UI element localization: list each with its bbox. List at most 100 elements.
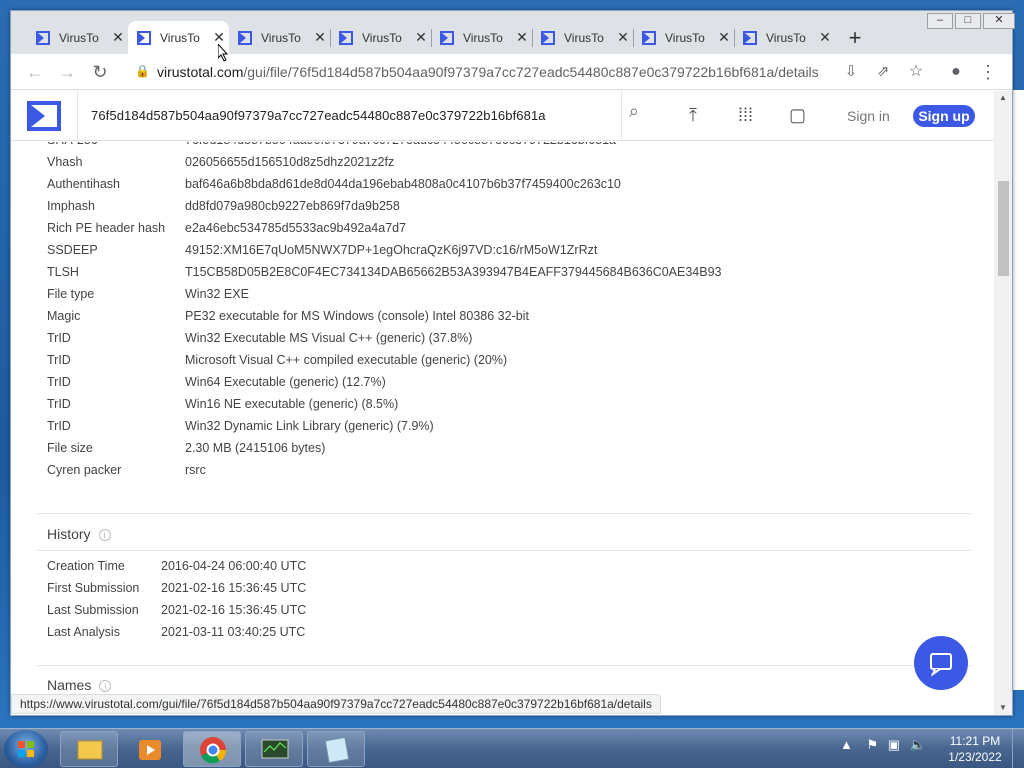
- show-desktop-button[interactable]: [1012, 729, 1024, 768]
- tab-title: VirusTo: [59, 30, 99, 45]
- back-icon[interactable]: ←: [23, 60, 47, 84]
- history-key: Last Analysis: [47, 625, 120, 639]
- forward-icon[interactable]: →: [55, 60, 79, 84]
- tab-close-icon[interactable]: ✕: [414, 29, 428, 46]
- page-scrollbar[interactable]: ▲ ▼: [994, 91, 1012, 715]
- history-value: 2021-03-11 03:40:25 UTC: [161, 625, 306, 639]
- chat-icon[interactable]: ▢: [789, 105, 806, 126]
- close-window-button[interactable]: ✕: [983, 13, 1015, 29]
- new-tab-button[interactable]: +: [843, 25, 867, 51]
- detail-key: Authentihash: [47, 177, 120, 191]
- tab-close-icon[interactable]: ✕: [111, 29, 125, 46]
- info-icon[interactable]: i: [98, 529, 111, 542]
- sign-up-button[interactable]: Sign up: [913, 105, 975, 127]
- window-controls: – □ ✕: [925, 13, 1015, 29]
- apps-grid-icon[interactable]: ⁞⁞⁞: [738, 105, 753, 126]
- detail-key: TrID: [47, 419, 71, 433]
- detail-value: 026056655d156510d8z5dhz2021z2fz: [185, 155, 395, 169]
- browser-tab[interactable]: VirusTo ✕: [128, 21, 229, 54]
- system-tray: ▲ ⚑ ▣ 🔈: [840, 737, 926, 753]
- share-icon[interactable]: ⇗: [871, 60, 895, 84]
- network-icon[interactable]: ▣: [888, 737, 900, 752]
- virustotal-favicon-icon: [137, 30, 151, 45]
- virustotal-logo-icon[interactable]: [25, 99, 63, 133]
- folder-icon: [77, 740, 103, 760]
- detail-key: Imphash: [47, 199, 95, 213]
- tray-expand-icon[interactable]: ▲: [840, 737, 853, 752]
- virustotal-favicon-icon: [339, 30, 353, 45]
- detail-value: PE32 executable for MS Windows (console)…: [185, 309, 529, 323]
- history-value: 2021-02-16 15:36:45 UTC: [161, 581, 307, 595]
- search-box[interactable]: 76f5d184d587b504aa90f97379a7cc727eadc544…: [77, 91, 639, 141]
- scroll-thumb[interactable]: [998, 181, 1009, 276]
- detail-value: Win32 EXE: [185, 287, 249, 301]
- windows-logo-icon: [18, 741, 34, 757]
- maximize-button[interactable]: □: [955, 13, 981, 29]
- minimize-button[interactable]: –: [927, 13, 953, 29]
- chat-icon: [930, 653, 952, 677]
- detail-value: Microsoft Visual C++ compiled executable…: [185, 353, 508, 367]
- divider: [37, 513, 971, 514]
- address-bar[interactable]: 🔒 virustotal.com/gui/file/76f5d184d587b5…: [129, 58, 939, 86]
- profile-icon[interactable]: ●: [944, 60, 968, 84]
- detail-key: Rich PE header hash: [47, 221, 166, 235]
- scroll-up-icon[interactable]: ▲: [999, 93, 1007, 102]
- detail-key: TrID: [47, 397, 71, 411]
- taskbar-notepad[interactable]: [307, 731, 365, 767]
- detail-key: TLSH: [47, 265, 79, 279]
- browser-tab[interactable]: VirusTo ✕: [330, 21, 431, 54]
- detail-value: T15CB58D05B2E8C0F4EC734134DAB65662B53A39…: [185, 265, 722, 279]
- detail-value: baf646a6b8bda8d61de8d044da196ebab4808a0c…: [185, 177, 621, 191]
- lock-icon: 🔒: [135, 64, 150, 78]
- bookmark-star-icon[interactable]: ☆: [904, 60, 928, 84]
- notepad-icon: [324, 736, 350, 764]
- start-button[interactable]: [4, 730, 48, 768]
- sign-in-link[interactable]: Sign in: [847, 108, 890, 124]
- detail-key: Cyren packer: [47, 463, 122, 477]
- detail-value: 2.30 MB (2415106 bytes): [185, 441, 326, 455]
- detail-value: Win64 Executable (generic) (12.7%): [185, 375, 386, 389]
- volume-icon[interactable]: 🔈: [910, 737, 926, 752]
- virustotal-favicon-icon: [36, 30, 50, 45]
- search-input[interactable]: 76f5d184d587b504aa90f97379a7cc727eadc544…: [91, 108, 546, 123]
- browser-tab[interactable]: VirusTo ✕: [734, 21, 835, 54]
- tab-title: VirusTo: [261, 30, 301, 45]
- clock[interactable]: 11:21 PM 1/23/2022: [940, 733, 1010, 765]
- taskbar-media-player[interactable]: [121, 731, 179, 767]
- browser-tab[interactable]: VirusTo ✕: [27, 21, 128, 54]
- virustotal-favicon-icon: [238, 30, 252, 45]
- scroll-down-icon[interactable]: ▼: [999, 703, 1007, 712]
- tab-title: VirusTo: [160, 30, 200, 45]
- tab-close-icon[interactable]: ✕: [515, 29, 529, 46]
- action-center-flag-icon[interactable]: ⚑: [867, 737, 879, 752]
- tab-title: VirusTo: [362, 30, 402, 45]
- taskbar-chrome[interactable]: [183, 731, 241, 767]
- search-icon[interactable]: ⌕: [629, 101, 639, 122]
- install-app-icon[interactable]: ⇩: [839, 60, 863, 84]
- tab-close-icon[interactable]: ✕: [313, 29, 327, 46]
- browser-tab[interactable]: VirusTo ✕: [633, 21, 734, 54]
- tab-close-icon[interactable]: ✕: [717, 29, 731, 46]
- taskbar-task-manager[interactable]: [245, 731, 303, 767]
- detail-key: TrID: [47, 331, 71, 345]
- virustotal-favicon-icon: [642, 30, 656, 45]
- detail-key: TrID: [47, 375, 71, 389]
- browser-tab[interactable]: VirusTo ✕: [532, 21, 633, 54]
- upload-icon[interactable]: ⤒: [689, 105, 697, 126]
- detail-value: dd8fd079a980cb9227eb869f7da9b258: [185, 199, 400, 213]
- tab-close-icon[interactable]: ✕: [616, 29, 630, 46]
- tab-close-icon[interactable]: ✕: [818, 29, 832, 46]
- menu-kebab-icon[interactable]: ⋮: [976, 60, 1000, 84]
- history-key: First Submission: [47, 581, 140, 595]
- browser-tab[interactable]: VirusTo ✕: [229, 21, 330, 54]
- browser-tab[interactable]: VirusTo ✕: [431, 21, 532, 54]
- divider: [37, 665, 971, 666]
- virustotal-favicon-icon: [440, 30, 454, 45]
- chat-bubble-button[interactable]: [914, 636, 968, 690]
- url-text: virustotal.com/gui/file/76f5d184d587b504…: [157, 64, 819, 80]
- info-icon[interactable]: i: [99, 680, 112, 693]
- reload-icon[interactable]: ↻: [88, 60, 112, 84]
- divider: [37, 550, 971, 551]
- virustotal-favicon-icon: [743, 30, 757, 45]
- taskbar-explorer[interactable]: [60, 731, 118, 767]
